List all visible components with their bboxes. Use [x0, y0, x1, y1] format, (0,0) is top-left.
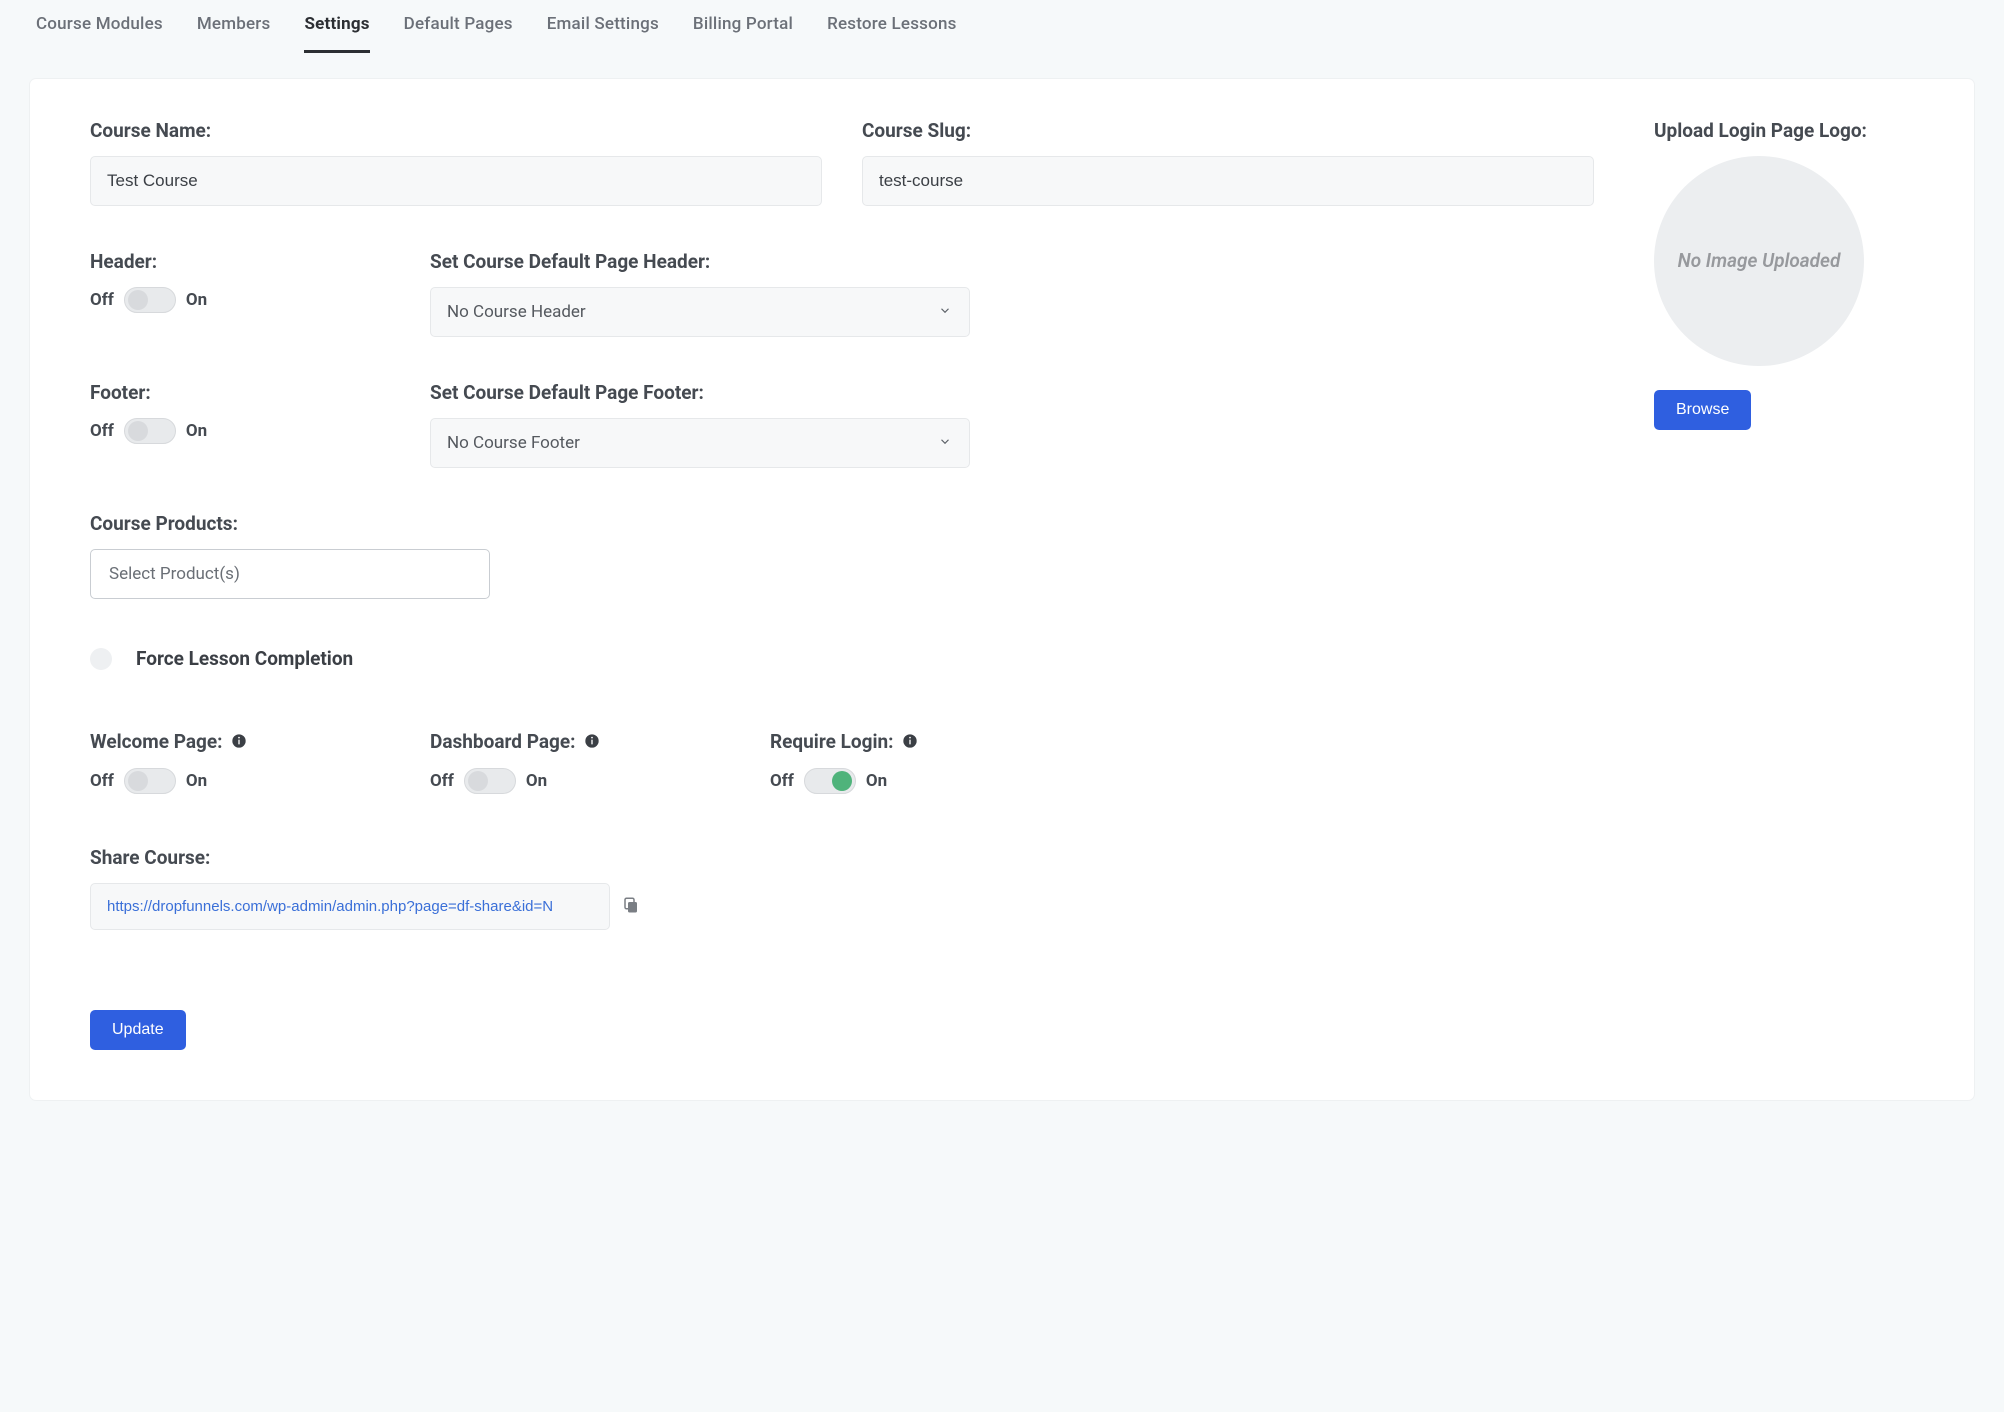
upload-logo-label: Upload Login Page Logo:	[1654, 119, 1914, 142]
info-icon[interactable]	[231, 731, 247, 754]
welcome-toggle-on-label: On	[186, 771, 207, 791]
force-lesson-radio[interactable]	[90, 648, 112, 670]
footer-select[interactable]: No Course Footer	[430, 418, 970, 468]
set-header-label: Set Course Default Page Header:	[430, 250, 970, 273]
tab-email-settings[interactable]: Email Settings	[547, 14, 659, 53]
require-login-toggle[interactable]	[804, 768, 856, 794]
course-name-label: Course Name:	[90, 119, 822, 142]
tabs-bar: Course Modules Members Settings Default …	[0, 0, 2004, 53]
tab-settings[interactable]: Settings	[304, 14, 369, 53]
settings-panel: Course Name: Course Slug: Header: Off On	[30, 79, 1974, 1100]
share-course-label: Share Course:	[90, 846, 1594, 869]
dashboard-toggle-off-label: Off	[430, 771, 454, 791]
tab-restore-lessons[interactable]: Restore Lessons	[827, 14, 957, 53]
welcome-page-label-text: Welcome Page:	[90, 730, 222, 753]
course-slug-label: Course Slug:	[862, 119, 1594, 142]
require-login-toggle-on-label: On	[866, 771, 887, 791]
update-button[interactable]: Update	[90, 1010, 186, 1050]
tab-billing-portal[interactable]: Billing Portal	[693, 14, 793, 53]
copy-icon[interactable]	[622, 896, 640, 918]
dashboard-page-label-text: Dashboard Page:	[430, 730, 575, 753]
require-login-label-text: Require Login:	[770, 730, 893, 753]
course-slug-input[interactable]	[862, 156, 1594, 206]
footer-toggle[interactable]	[124, 418, 176, 444]
course-products-label: Course Products:	[90, 512, 1594, 535]
require-login-toggle-off-label: Off	[770, 771, 794, 791]
no-image-text: No Image Uploaded	[1678, 248, 1841, 275]
welcome-toggle-off-label: Off	[90, 771, 114, 791]
welcome-page-label: Welcome Page:	[90, 730, 390, 754]
footer-toggle-off-label: Off	[90, 421, 114, 441]
browse-button[interactable]: Browse	[1654, 390, 1751, 430]
tab-default-pages[interactable]: Default Pages	[404, 14, 513, 53]
welcome-page-toggle[interactable]	[124, 768, 176, 794]
force-lesson-label: Force Lesson Completion	[136, 647, 353, 670]
header-select[interactable]: No Course Header	[430, 287, 970, 337]
set-footer-label: Set Course Default Page Footer:	[430, 381, 970, 404]
course-products-select[interactable]: Select Product(s)	[90, 549, 490, 599]
dashboard-toggle-on-label: On	[526, 771, 547, 791]
header-toggle[interactable]	[124, 287, 176, 313]
dashboard-page-toggle[interactable]	[464, 768, 516, 794]
footer-toggle-on-label: On	[186, 421, 207, 441]
header-toggle-on-label: On	[186, 290, 207, 310]
tab-course-modules[interactable]: Course Modules	[36, 14, 163, 53]
share-course-input[interactable]	[90, 883, 610, 930]
footer-label: Footer:	[90, 381, 390, 404]
info-icon[interactable]	[584, 731, 600, 754]
dashboard-page-label: Dashboard Page:	[430, 730, 730, 754]
logo-placeholder: No Image Uploaded	[1654, 156, 1864, 366]
require-login-label: Require Login:	[770, 730, 1070, 754]
header-toggle-off-label: Off	[90, 290, 114, 310]
tab-members[interactable]: Members	[197, 14, 271, 53]
info-icon[interactable]	[902, 731, 918, 754]
header-label: Header:	[90, 250, 390, 273]
course-name-input[interactable]	[90, 156, 822, 206]
